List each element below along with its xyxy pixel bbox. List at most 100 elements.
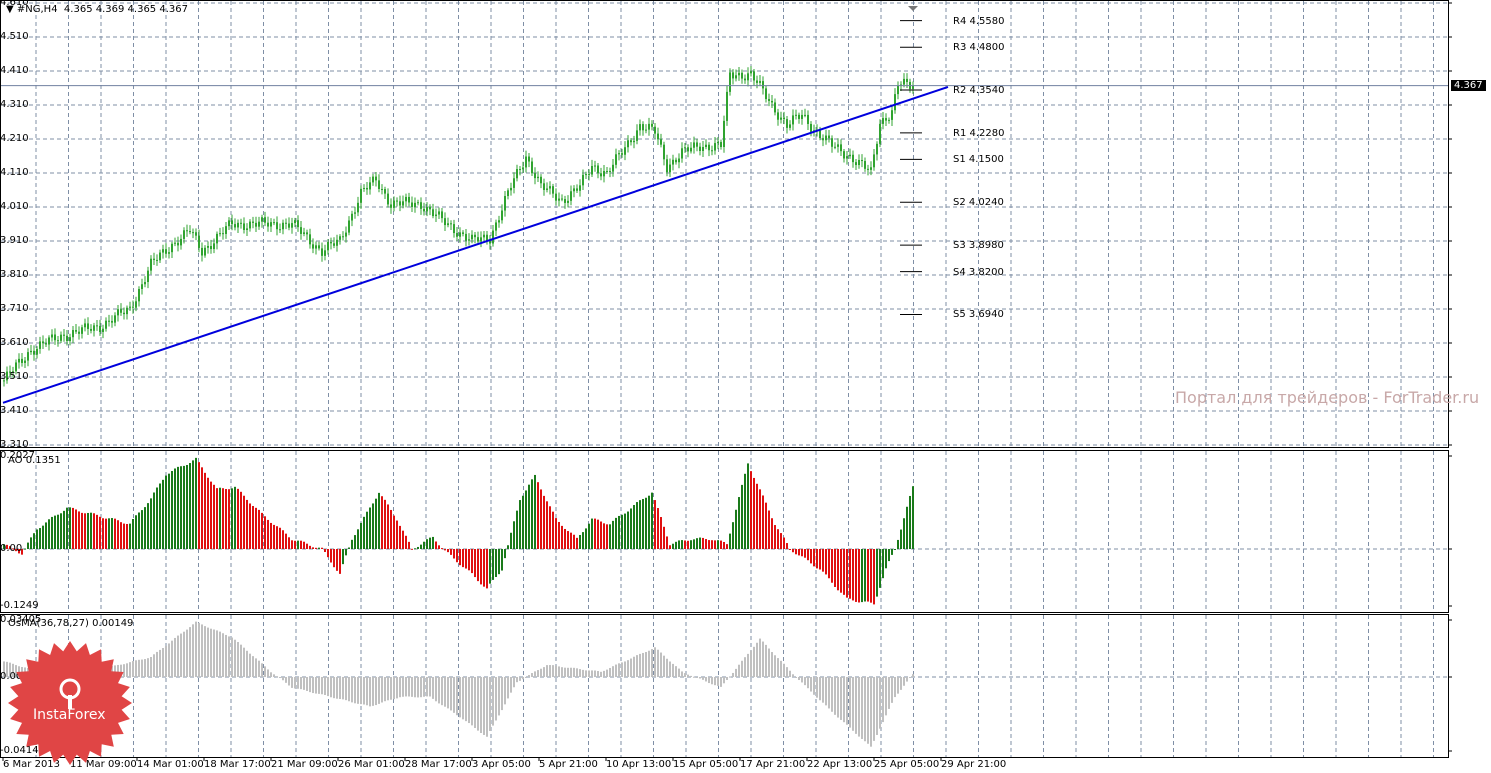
candle-body: [732, 72, 734, 79]
ao-bar: [240, 491, 242, 549]
ao-bar: [705, 539, 707, 549]
osma-bar: [777, 658, 779, 677]
candle-body: [270, 222, 272, 227]
price-tick-label: 3.910: [0, 235, 29, 246]
pivot-label: R1 4.2280: [953, 127, 1005, 139]
candle-body: [465, 233, 467, 241]
ao-bar: [720, 540, 722, 549]
osma-bar: [282, 677, 284, 681]
time-tick-label: 14 Mar 01:00: [137, 759, 204, 770]
candle-body: [351, 213, 353, 221]
candle-body: [201, 247, 203, 256]
ao-bar: [843, 549, 845, 595]
ao-bar: [72, 507, 74, 549]
osma-bar: [825, 677, 827, 706]
ao-bar: [318, 547, 320, 549]
ao-bar: [747, 463, 749, 549]
ao-bar: [438, 545, 440, 549]
candle-body: [207, 246, 209, 248]
osma-bar: [504, 677, 506, 705]
candle-body: [492, 230, 494, 244]
osma-bar: [843, 677, 845, 723]
osma-bar: [339, 677, 341, 699]
osma-bar: [201, 624, 203, 677]
osma-bar: [894, 677, 896, 698]
ao-bar: [759, 489, 761, 549]
candle-body: [750, 71, 752, 74]
ao-bar: [243, 495, 245, 549]
candle-body: [264, 217, 266, 223]
candle-body: [744, 78, 746, 81]
ao-bar: [525, 490, 527, 549]
candle-body: [228, 220, 230, 227]
osma-bar: [177, 635, 179, 677]
ao-bar: [633, 505, 635, 549]
candle-body: [138, 289, 140, 302]
ao-bar: [483, 549, 485, 587]
ao-bar: [411, 548, 413, 550]
candle-body: [237, 222, 239, 228]
ao-bar: [504, 549, 506, 559]
candle-body: [210, 246, 212, 250]
ao-bar: [204, 472, 206, 549]
candle-body: [804, 114, 806, 116]
osma-bar: [669, 661, 671, 677]
ao-bar: [309, 545, 311, 549]
osma-bar: [390, 677, 392, 700]
osma-bar: [897, 677, 899, 694]
candle-body: [279, 229, 281, 231]
osma-bar: [186, 629, 188, 677]
osma-bar: [192, 624, 194, 677]
candle-body: [69, 337, 71, 342]
ao-bar: [774, 525, 776, 549]
ao-bar: [435, 541, 437, 549]
ao-bar: [912, 486, 914, 549]
candle-body: [426, 206, 428, 212]
ao-bar: [162, 479, 164, 549]
osma-bar: [570, 667, 572, 677]
candle-body: [78, 331, 80, 334]
ao-bar: [528, 484, 530, 549]
osma-bar: [534, 671, 536, 677]
ao-bar: [453, 549, 455, 559]
osma-bar: [738, 664, 740, 677]
osma-bar: [633, 656, 635, 677]
ao-bar: [576, 537, 578, 549]
candle-body: [534, 173, 536, 179]
osma-bar: [831, 677, 833, 712]
osma-bar: [912, 674, 914, 677]
price-tick-label: 4.610: [0, 0, 29, 8]
ao-bar: [798, 549, 800, 556]
candle-body: [468, 239, 470, 241]
candle-body: [861, 159, 863, 162]
osma-bar: [468, 677, 470, 724]
ao-bar: [408, 541, 410, 549]
osma-bar: [330, 677, 332, 698]
candle-body: [474, 234, 476, 238]
osma-bar: [792, 674, 794, 677]
current-price-label: 4.367: [1451, 79, 1486, 91]
ao-bar: [150, 498, 152, 549]
osma-bar: [393, 677, 395, 700]
osma-bar: [486, 677, 488, 737]
candle-body: [783, 117, 785, 120]
candle-body: [378, 180, 380, 189]
candle-body: [30, 350, 32, 353]
candle-body: [675, 159, 677, 163]
candle-body: [519, 169, 521, 171]
ao-bar: [225, 489, 227, 549]
ao-bar: [108, 518, 110, 549]
osma-bar: [294, 677, 296, 689]
candle-body: [336, 239, 338, 246]
ao-bar: [303, 541, 305, 549]
candle-body: [417, 202, 419, 204]
time-tick-label: 17 Apr 21:00: [740, 759, 806, 770]
osma-bar: [687, 674, 689, 677]
candle-body: [483, 234, 485, 238]
candle-body: [174, 242, 176, 244]
ao-bar: [567, 531, 569, 549]
ao-bar: [339, 549, 341, 574]
candle-body: [324, 250, 326, 256]
candle-body: [549, 186, 551, 189]
osma-bar: [492, 677, 494, 726]
